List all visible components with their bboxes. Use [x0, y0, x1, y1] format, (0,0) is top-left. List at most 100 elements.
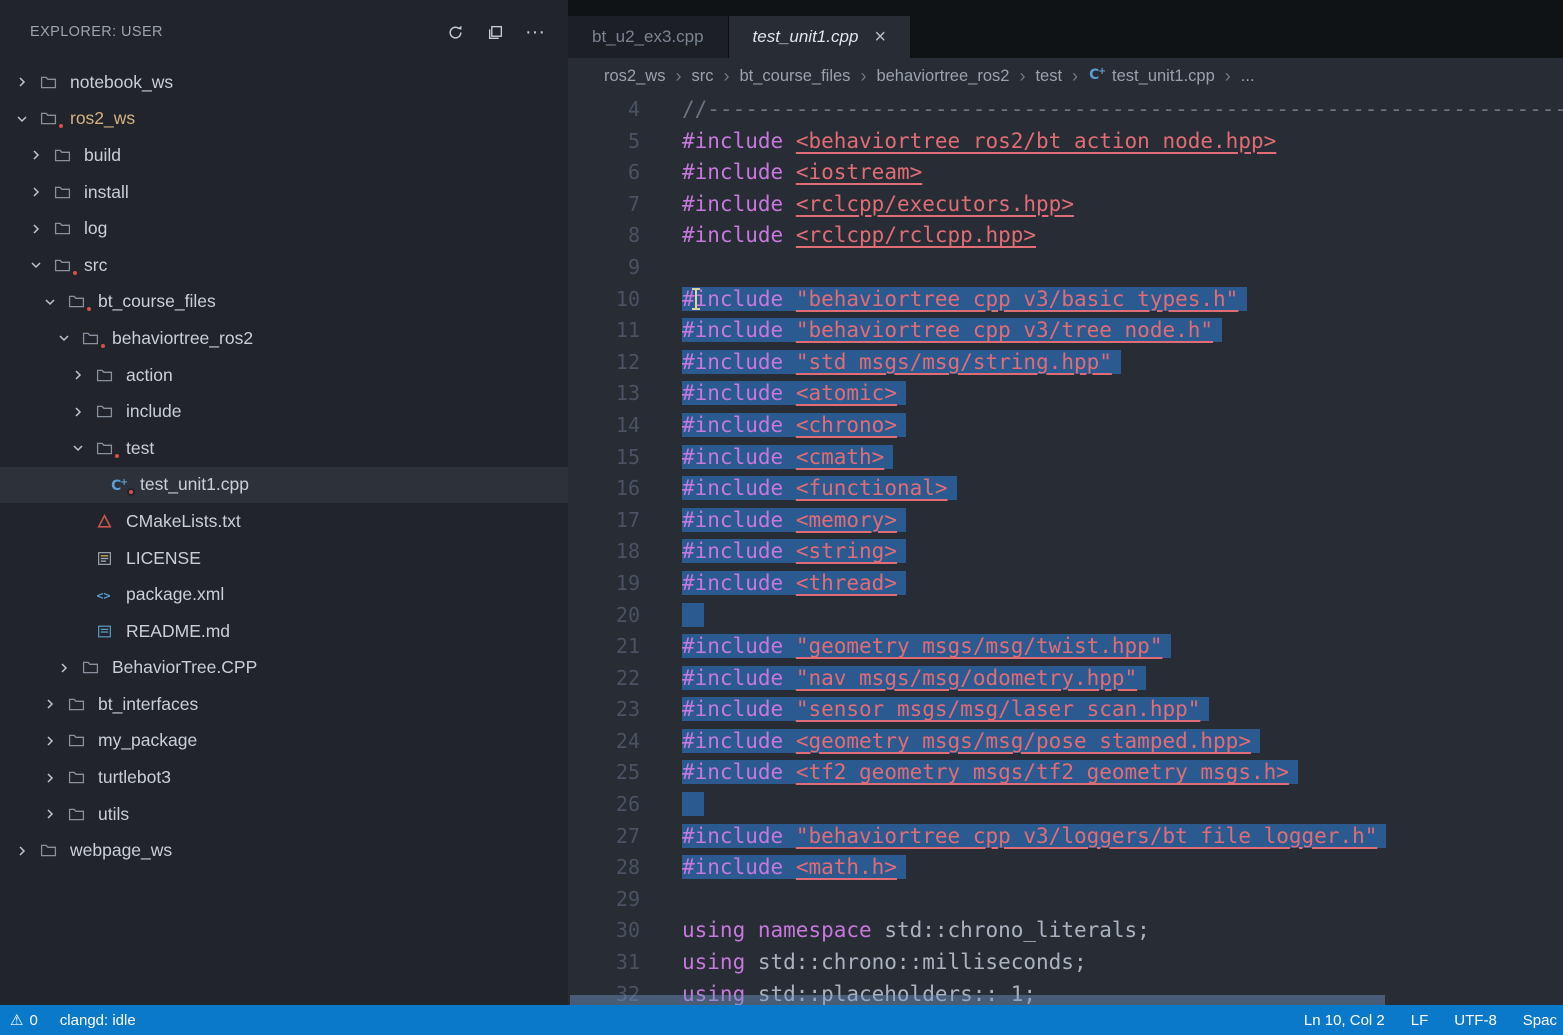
tree-folder-ros2_ws[interactable]: ros2_ws [0, 101, 568, 138]
code-line-8[interactable]: 8#include <rclcpp/rclcpp.hpp> [568, 220, 1563, 252]
tree-folder-action[interactable]: action [0, 357, 568, 394]
tree-folder-bt_interfaces[interactable]: bt_interfaces [0, 686, 568, 723]
code-line-4[interactable]: 4//-------------------------------------… [568, 94, 1563, 126]
code-editor[interactable]: 4//-------------------------------------… [568, 94, 1563, 1005]
tree-item-label: CMakeLists.txt [126, 511, 241, 532]
code-line-25[interactable]: 25#include <tf2_geometry_msgs/tf2_geomet… [568, 757, 1563, 789]
chevron-right-icon[interactable] [70, 367, 96, 383]
problems-indicator[interactable]: ⚠ 0 [10, 1011, 38, 1029]
tree-folder-bt_course_files[interactable]: bt_course_files [0, 284, 568, 321]
tree-folder-install[interactable]: install [0, 174, 568, 211]
code-line-16[interactable]: 16#include <functional> [568, 473, 1563, 505]
tree-file-test_unit1.cpp[interactable]: C+test_unit1.cpp [0, 467, 568, 504]
line-content: //--------------------------------------… [682, 97, 1563, 121]
breadcrumb-item-src[interactable]: src [691, 67, 713, 86]
chevron-right-icon[interactable] [70, 404, 96, 420]
tree-folder-test[interactable]: test [0, 430, 568, 467]
refresh-icon[interactable] [444, 21, 466, 43]
tab-test_unit1.cpp[interactable]: test_unit1.cpp× [729, 16, 912, 58]
split-editor-icon[interactable] [484, 21, 506, 43]
tree-file-package.xml[interactable]: <>package.xml [0, 576, 568, 613]
chevron-right-icon[interactable] [42, 733, 68, 749]
chevron-right-icon[interactable] [28, 147, 54, 163]
chevron-down-icon[interactable] [56, 330, 82, 346]
tree-folder-build[interactable]: build [0, 137, 568, 174]
chevron-right-icon[interactable] [28, 221, 54, 237]
tab-bt_u2_ex3.cpp[interactable]: bt_u2_ex3.cpp [568, 16, 729, 58]
tree-folder-utils[interactable]: utils [0, 796, 568, 833]
code-line-23[interactable]: 23#include "sensor_msgs/msg/laser_scan.h… [568, 694, 1563, 726]
tree-folder-log[interactable]: log [0, 210, 568, 247]
chevron-right-icon[interactable] [14, 843, 40, 859]
code-line-12[interactable]: 12#include "std_msgs/msg/string.hpp" [568, 347, 1563, 379]
indentation-indicator[interactable]: Spac [1523, 1012, 1557, 1029]
line-number: 27 [568, 821, 682, 853]
breadcrumb-item-test[interactable]: test [1035, 67, 1062, 86]
line-content: using std::chrono::milliseconds; [682, 950, 1087, 974]
chevron-right-icon[interactable] [56, 660, 82, 676]
chevron-down-icon[interactable] [14, 111, 40, 127]
chevron-right-icon[interactable] [42, 770, 68, 786]
tree-file-CMakeLists.txt[interactable]: CMakeLists.txt [0, 503, 568, 540]
tree-folder-webpage_ws[interactable]: webpage_ws [0, 832, 568, 869]
chevron-right-icon[interactable] [28, 184, 54, 200]
code-line-31[interactable]: 31using std::chrono::milliseconds; [568, 947, 1563, 979]
tree-folder-BehaviorTree.CPP[interactable]: BehaviorTree.CPP [0, 650, 568, 687]
tree-file-LICENSE[interactable]: LICENSE [0, 540, 568, 577]
breadcrumb-item-behaviortree_ros2[interactable]: behaviortree_ros2 [876, 67, 1009, 86]
code-line-7[interactable]: 7#include <rclcpp/executors.hpp> [568, 189, 1563, 221]
code-line-15[interactable]: 15#include <cmath> [568, 442, 1563, 474]
code-line-27[interactable]: 27#include "behaviortree_cpp_v3/loggers/… [568, 821, 1563, 853]
code-line-20[interactable]: 20 [568, 600, 1563, 632]
code-line-30[interactable]: 30using namespace std::chrono_literals; [568, 915, 1563, 947]
code-line-24[interactable]: 24#include <geometry_msgs/msg/pose_stamp… [568, 726, 1563, 758]
code-line-28[interactable]: 28#include <math.h> [568, 852, 1563, 884]
chevron-down-icon[interactable] [42, 294, 68, 310]
chevron-down-icon[interactable] [28, 257, 54, 273]
tree-folder-my_package[interactable]: my_package [0, 723, 568, 760]
chevron-right-icon[interactable] [42, 806, 68, 822]
language-status[interactable]: clangd: idle [60, 1012, 136, 1029]
chevron-right-icon[interactable] [14, 74, 40, 90]
code-line-11[interactable]: 11#include "behaviortree_cpp_v3/tree_nod… [568, 315, 1563, 347]
code-line-29[interactable]: 29 [568, 884, 1563, 916]
code-line-18[interactable]: 18#include <string> [568, 536, 1563, 568]
code-line-17[interactable]: 17#include <memory> [568, 505, 1563, 537]
breadcrumb-item-test_unit1.cpp[interactable]: C+test_unit1.cpp [1088, 65, 1215, 87]
horizontal-scrollbar[interactable] [570, 995, 1385, 1005]
code-line-14[interactable]: 14#include <chrono> [568, 410, 1563, 442]
eol-indicator[interactable]: LF [1411, 1012, 1429, 1029]
tree-folder-notebook_ws[interactable]: notebook_ws [0, 64, 568, 101]
breadcrumb-item-...[interactable]: ... [1241, 67, 1255, 86]
breadcrumb-label: behaviortree_ros2 [876, 67, 1009, 86]
line-number: 28 [568, 852, 682, 884]
code-line-22[interactable]: 22#include "nav_msgs/msg/odometry.hpp" [568, 663, 1563, 695]
code-line-21[interactable]: 21#include "geometry_msgs/msg/twist.hpp" [568, 631, 1563, 663]
line-number: 8 [568, 220, 682, 252]
breadcrumb-item-ros2_ws[interactable]: ros2_ws [604, 67, 665, 86]
code-line-26[interactable]: 26 [568, 789, 1563, 821]
cursor-position[interactable]: Ln 10, Col 2 [1304, 1012, 1385, 1029]
code-line-19[interactable]: 19#include <thread> [568, 568, 1563, 600]
code-line-10[interactable]: 10#include "behaviortree_cpp_v3/basic_ty… [568, 284, 1563, 316]
line-content: #include "sensor_msgs/msg/laser_scan.hpp… [682, 697, 1200, 721]
tree-folder-src[interactable]: src [0, 247, 568, 284]
code-line-9[interactable]: 9 [568, 252, 1563, 284]
tree-file-README.md[interactable]: README.md [0, 613, 568, 650]
tree-folder-turtlebot3[interactable]: turtlebot3 [0, 759, 568, 796]
editor-area: bt_u2_ex3.cpptest_unit1.cpp× ros2_ws›src… [568, 0, 1563, 1005]
breadcrumb-item-bt_course_files[interactable]: bt_course_files [739, 67, 850, 86]
line-content: #include "behaviortree_cpp_v3/tree_node.… [682, 318, 1213, 342]
more-actions-icon[interactable]: ··· [524, 21, 546, 43]
code-line-13[interactable]: 13#include <atomic> [568, 378, 1563, 410]
tree-folder-include[interactable]: include [0, 393, 568, 430]
code-line-5[interactable]: 5#include <behaviortree_ros2/bt_action_n… [568, 126, 1563, 158]
folder-icon [96, 367, 117, 384]
code-line-6[interactable]: 6#include <iostream> [568, 157, 1563, 189]
chevron-down-icon[interactable] [70, 440, 96, 456]
tree-folder-behaviortree_ros2[interactable]: behaviortree_ros2 [0, 320, 568, 357]
close-icon[interactable]: × [874, 27, 886, 47]
modified-dot [71, 269, 79, 277]
encoding-indicator[interactable]: UTF-8 [1454, 1012, 1497, 1029]
chevron-right-icon[interactable] [42, 696, 68, 712]
